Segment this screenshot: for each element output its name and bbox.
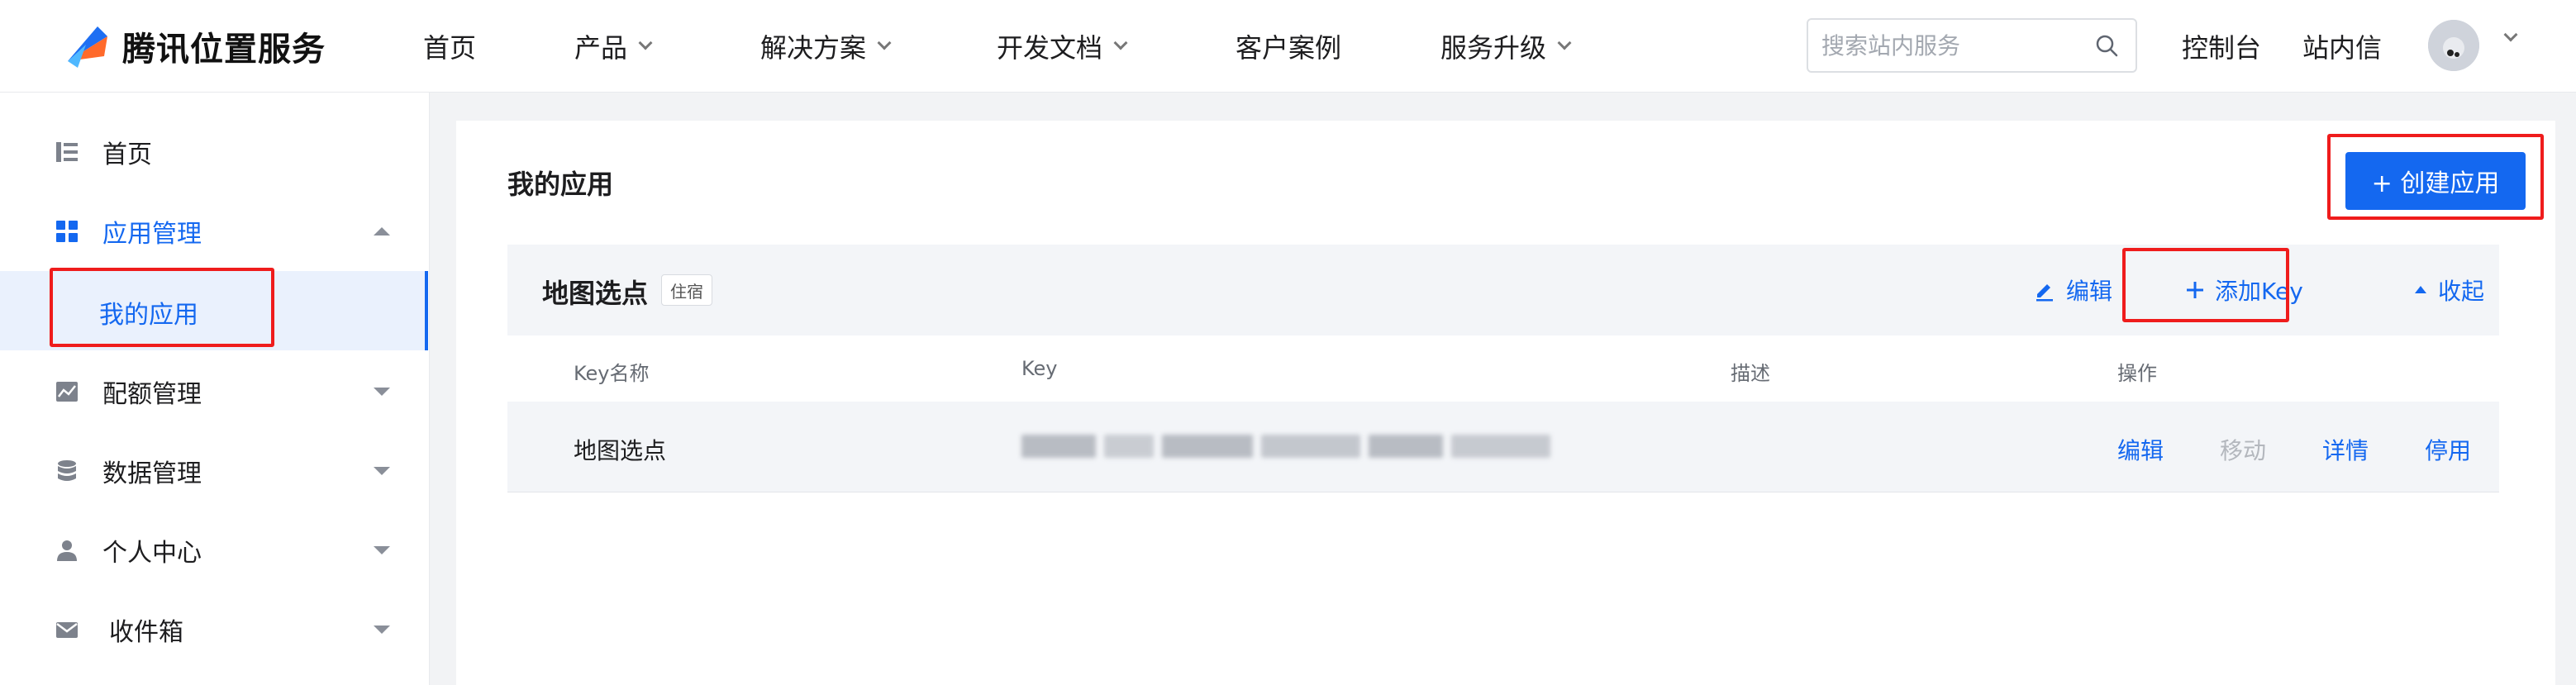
logo-text: 腾讯位置服务 <box>122 31 326 69</box>
table-row: 地图选点 编辑 移动 详情 停用 <box>507 402 2499 492</box>
caret-up-icon <box>374 227 390 235</box>
search-icon[interactable] <box>2094 33 2119 58</box>
chevron-down-icon <box>638 36 653 50</box>
avatar[interactable] <box>2428 20 2479 71</box>
nav-label: 客户案例 <box>1236 32 1342 64</box>
edit-app-button[interactable]: 编辑 <box>2033 271 2112 309</box>
nav-solutions[interactable]: 解决方案 <box>760 25 892 68</box>
caret-down-icon <box>374 546 390 554</box>
chart-icon <box>56 382 78 402</box>
sidebar-item-label: 数据管理 <box>102 459 202 488</box>
column-header-key-name: Key名称 <box>574 362 650 385</box>
nav-home[interactable]: 首页 <box>423 25 476 68</box>
highlight-box <box>2122 248 2289 322</box>
row-edit-link[interactable]: 编辑 <box>2117 433 2164 466</box>
chevron-down-icon <box>1113 36 1128 50</box>
avatar-image-icon <box>2428 20 2479 71</box>
grid-icon <box>56 221 78 242</box>
chevron-down-icon[interactable] <box>2503 27 2518 42</box>
highlight-box <box>50 268 274 347</box>
user-icon <box>57 540 77 561</box>
column-header-key: Key <box>1021 357 1058 380</box>
sidebar-item-app-management[interactable]: 应用管理 <box>0 205 430 258</box>
collapse-label: 收起 <box>2438 278 2485 305</box>
mail-icon <box>56 622 78 638</box>
main-content: 我的应用 + 创建应用 地图选点 住宿 编辑 添加Key 收起 Key名称 Ke… <box>456 121 2555 685</box>
console-link[interactable]: 控制台 <box>2182 25 2261 68</box>
app-name: 地图选点 <box>542 278 649 309</box>
sidebar-item-home[interactable]: 首页 <box>0 126 430 178</box>
chevron-down-icon <box>1557 36 1572 50</box>
sidebar-item-data[interactable]: 数据管理 <box>0 445 430 497</box>
database-icon <box>58 460 76 481</box>
logo-icon <box>68 26 107 68</box>
key-name-cell: 地图选点 <box>574 437 667 464</box>
highlight-box <box>2327 134 2544 220</box>
page-title: 我的应用 <box>507 169 614 200</box>
search-input[interactable] <box>1821 20 2086 71</box>
row-move-link: 移动 <box>2220 437 2267 464</box>
column-header-description: 描述 <box>1731 362 1770 385</box>
sidebar-item-profile[interactable]: 个人中心 <box>0 524 430 577</box>
nav-cases[interactable]: 客户案例 <box>1236 25 1341 68</box>
logo[interactable]: 腾讯位置服务 <box>61 18 326 74</box>
sidebar-item-label: 应用管理 <box>102 220 202 249</box>
sidebar-item-label: 收件箱 <box>109 618 183 647</box>
search-box <box>1807 18 2137 73</box>
column-header-actions: 操作 <box>2117 362 2157 385</box>
list-icon <box>56 142 78 162</box>
sidebar-item-quota[interactable]: 配额管理 <box>0 365 430 418</box>
caret-up-icon <box>2415 286 2426 293</box>
nav-label: 服务升级 <box>1440 32 1547 64</box>
caret-down-icon <box>374 467 390 475</box>
collapse-button[interactable]: 收起 <box>2413 271 2484 309</box>
masked-key-value <box>1021 435 1550 458</box>
sidebar: 首页 应用管理 我的应用 配额管理 数据管理 个人中心 收件箱 <box>0 93 430 685</box>
app-card: 地图选点 住宿 编辑 添加Key 收起 Key名称 Key 描述 操作 地图选点… <box>507 245 2499 616</box>
sidebar-item-label: 个人中心 <box>102 539 202 568</box>
pencil-icon <box>2036 284 2053 302</box>
row-disable-link[interactable]: 停用 <box>2425 433 2471 466</box>
nav-label: 解决方案 <box>760 32 867 64</box>
nav-upgrade[interactable]: 服务升级 <box>1440 25 1572 68</box>
caret-down-icon <box>374 388 390 396</box>
nav-label: 开发文档 <box>997 32 1103 64</box>
row-detail-link[interactable]: 详情 <box>2322 433 2369 466</box>
sidebar-item-inbox[interactable]: 收件箱 <box>0 603 430 656</box>
top-header: 腾讯位置服务 首页 产品 解决方案 开发文档 客户案例 服务升级 控制台 站内信 <box>0 0 2576 93</box>
inbox-link[interactable]: 站内信 <box>2302 25 2382 68</box>
nav-label: 首页 <box>423 32 477 64</box>
nav-docs[interactable]: 开发文档 <box>997 25 1128 68</box>
nav-label: 产品 <box>574 32 628 64</box>
sidebar-item-label: 首页 <box>102 140 152 169</box>
app-tag: 住宿 <box>661 274 712 306</box>
edit-app-label: 编辑 <box>2066 278 2113 305</box>
nav-products[interactable]: 产品 <box>574 25 653 68</box>
chevron-down-icon <box>877 36 892 50</box>
sidebar-item-label: 配额管理 <box>102 380 202 409</box>
caret-down-icon <box>374 626 390 634</box>
